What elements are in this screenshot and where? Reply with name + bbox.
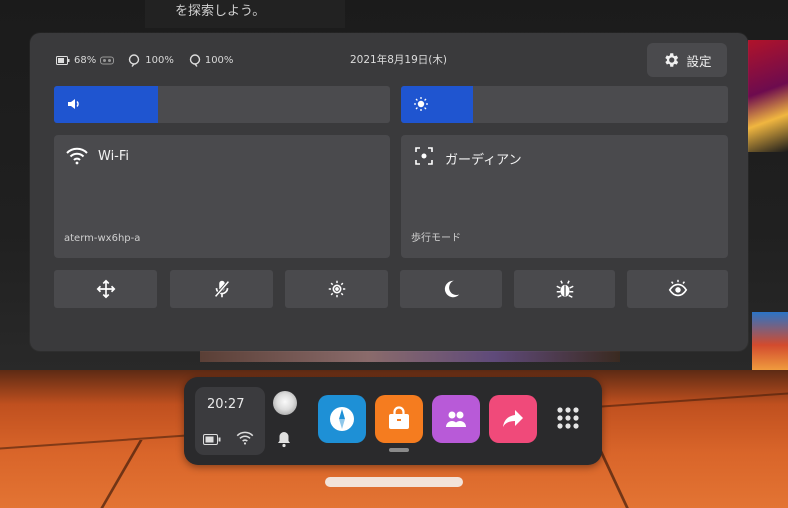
settings-label: 設定 bbox=[686, 53, 712, 69]
speaker-icon bbox=[68, 99, 79, 109]
volume-slider[interactable] bbox=[54, 86, 390, 123]
brightness-button[interactable] bbox=[285, 270, 388, 308]
passthrough-button[interactable] bbox=[627, 270, 728, 308]
wifi-title: Wi-Fi bbox=[98, 149, 130, 164]
mic-off-icon bbox=[213, 280, 230, 298]
controller-right-battery: 100% bbox=[188, 53, 234, 67]
night-mode-button[interactable] bbox=[400, 270, 502, 308]
bell-icon[interactable] bbox=[275, 430, 293, 448]
sun-icon bbox=[328, 280, 345, 298]
brightness-slider[interactable] bbox=[401, 86, 728, 123]
share-app-button[interactable] bbox=[489, 395, 537, 443]
guardian-title: ガーディアン bbox=[445, 153, 522, 168]
controller-right-icon bbox=[189, 53, 201, 67]
controller-right-value: 100% bbox=[204, 54, 234, 66]
controller-left-battery: 100% bbox=[128, 53, 174, 67]
explore-app-button[interactable] bbox=[318, 395, 366, 443]
guardian-icon bbox=[415, 147, 433, 165]
guardian-tile[interactable]: ガーディアン 歩行モード bbox=[401, 135, 728, 258]
eye-icon bbox=[668, 279, 687, 297]
recenter-button[interactable] bbox=[54, 270, 157, 308]
people-app-button[interactable] bbox=[432, 395, 480, 443]
avatar[interactable] bbox=[273, 391, 297, 415]
dock-drag-handle[interactable] bbox=[389, 448, 409, 452]
headset-icon bbox=[100, 56, 115, 64]
mic-mute-button[interactable] bbox=[170, 270, 273, 308]
app-library-icon[interactable] bbox=[555, 405, 581, 431]
background-art-2 bbox=[752, 312, 788, 372]
shopping-bag-icon bbox=[389, 406, 409, 429]
status-bar: 68% 100% 100% bbox=[56, 50, 243, 70]
background-art bbox=[748, 40, 788, 152]
wifi-icon bbox=[66, 147, 88, 165]
wifi-icon bbox=[236, 431, 254, 445]
headset-battery-value: 68% bbox=[74, 54, 97, 66]
battery-icon bbox=[203, 434, 221, 445]
bug-report-button[interactable] bbox=[514, 270, 615, 308]
share-arrow-icon bbox=[503, 410, 523, 427]
guardian-mode: 歩行モード bbox=[411, 233, 461, 244]
gear-icon bbox=[665, 53, 679, 67]
background-text: を探索しよう。 bbox=[175, 4, 266, 19]
people-icon bbox=[446, 411, 466, 427]
date-label: 2021年8月19日(木) bbox=[350, 54, 447, 66]
wifi-network-name: aterm-wx6hp-a bbox=[64, 233, 141, 244]
settings-button[interactable]: 設定 bbox=[647, 43, 727, 77]
controller-left-value: 100% bbox=[145, 54, 174, 66]
moon-icon bbox=[444, 280, 460, 298]
wifi-tile[interactable]: Wi-Fi aterm-wx6hp-a bbox=[54, 135, 390, 258]
dock-clock: 20:27 bbox=[207, 397, 245, 412]
bug-icon bbox=[555, 280, 574, 298]
compass-icon bbox=[330, 407, 354, 431]
sun-icon bbox=[414, 97, 428, 111]
brightness-slider-fill bbox=[401, 86, 473, 123]
controller-left-icon bbox=[129, 53, 140, 67]
background-strip bbox=[200, 350, 620, 362]
store-app-button[interactable] bbox=[375, 395, 423, 443]
battery-icon bbox=[56, 55, 70, 65]
move-arrows-icon bbox=[96, 279, 115, 299]
floor-highlight bbox=[325, 477, 463, 487]
headset-battery: 68% bbox=[56, 54, 115, 66]
